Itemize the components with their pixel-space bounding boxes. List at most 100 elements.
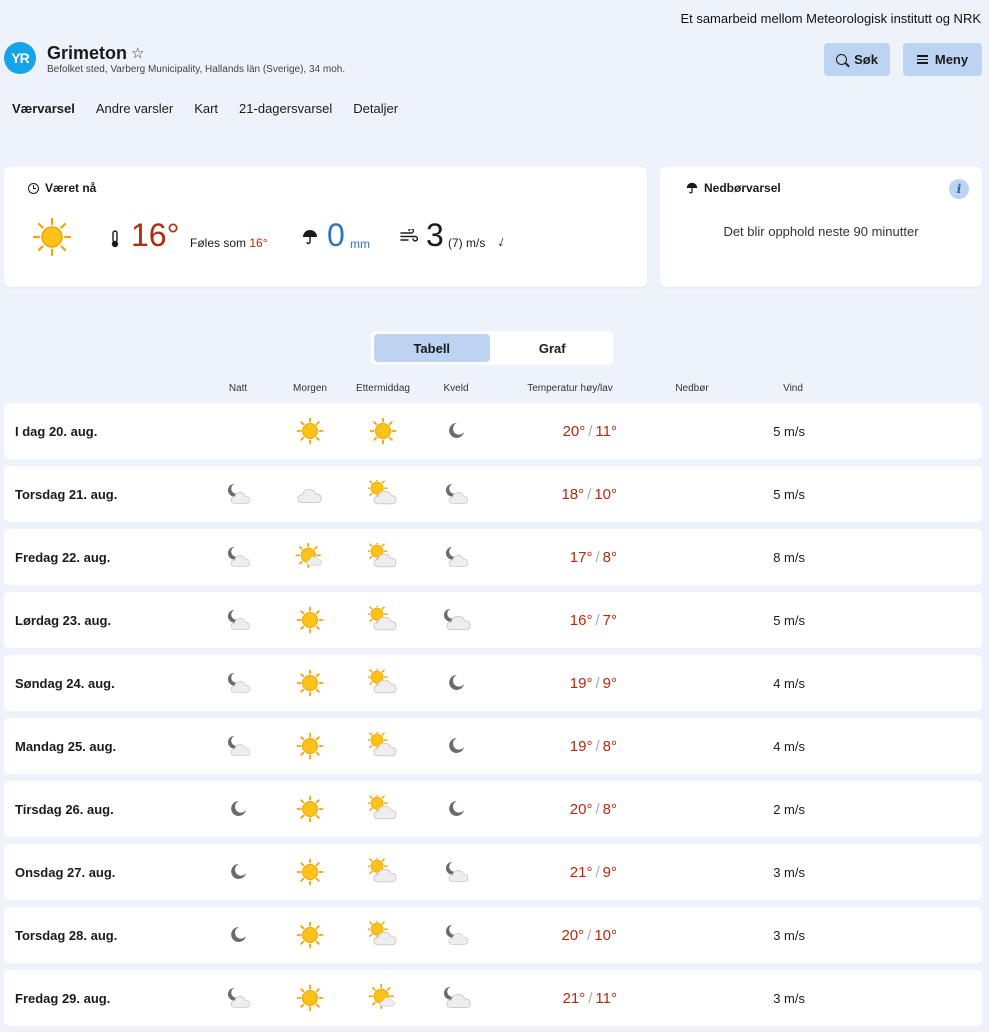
natt-moon-cloud-icon <box>227 609 251 630</box>
column-header-natt: Natt <box>228 383 248 394</box>
wind-value: 5 m/s <box>773 487 805 502</box>
forecast-day-row[interactable]: Søndag 24. aug. 19°/9° 4 m/s <box>4 655 982 711</box>
column-header-morgen: Morgen <box>293 383 327 394</box>
search-icon <box>836 54 848 65</box>
tab-varvarsel[interactable]: Værvarsel <box>12 101 75 116</box>
tab-detaljer[interactable]: Detaljer <box>353 101 398 116</box>
column-header-precipitation: Nedbør <box>675 383 709 394</box>
morgen-sun-icon <box>296 921 324 949</box>
day-label: Tirsdag 26. aug. <box>15 802 114 817</box>
tab-kart[interactable]: Kart <box>194 101 218 116</box>
wind-gust: (7) m/s <box>448 236 486 250</box>
thermometer-icon <box>111 230 119 248</box>
temperature-high-low: 18°/10° <box>561 486 617 503</box>
menu-button[interactable]: Meny <box>903 43 982 76</box>
umbrella-icon <box>686 182 698 194</box>
forecast-day-row[interactable]: Fredag 22. aug. 17°/8° 8 m/s <box>4 529 982 585</box>
kveld-moon-cloud-icon <box>445 924 469 945</box>
forecast-day-row[interactable]: Lørdag 23. aug. 16°/7° 5 m/s <box>4 592 982 648</box>
clock-icon <box>28 182 39 194</box>
yr-logo[interactable]: YR <box>4 42 36 74</box>
natt-moon-icon <box>231 800 246 816</box>
temperature-low: 11° <box>595 990 617 1007</box>
wind-value: 5 m/s <box>773 424 805 439</box>
morgen-cloud-icon <box>297 488 322 504</box>
favorite-star-icon[interactable]: ☆ <box>131 46 144 61</box>
wind-value: 8 m/s <box>773 550 805 565</box>
place-title: Grimeton ☆ <box>47 43 144 64</box>
wind-value: 3 m/s <box>773 991 805 1006</box>
main-nav: Værvarsel Andre varsler Kart 21-dagersva… <box>12 101 398 116</box>
precipitation-message: Det blir opphold neste 90 minutter <box>723 224 919 239</box>
forecast-day-row[interactable]: Torsdag 28. aug. 20°/10° 3 m/s <box>4 907 982 963</box>
ettermiddag-sun-cloud-icon <box>368 921 397 946</box>
forecast-day-row[interactable]: Tirsdag 26. aug. 20°/8° 2 m/s <box>4 781 982 837</box>
temperature-high-low: 21°/9° <box>569 864 617 881</box>
precipitation-unit: mm <box>350 237 370 251</box>
temperature-low: 10° <box>594 486 617 503</box>
forecast-day-row[interactable]: Torsdag 21. aug. 18°/10° 5 m/s <box>4 466 982 522</box>
morgen-sun-icon <box>296 669 324 697</box>
temperature-low: 8° <box>602 738 617 755</box>
column-header-kveld: Kveld <box>443 383 469 394</box>
menu-label: Meny <box>934 52 969 67</box>
temperature-high: 16° <box>569 612 593 629</box>
day-label: Søndag 24. aug. <box>15 676 115 691</box>
natt-moon-icon <box>231 926 246 942</box>
morgen-sun-cloud-icon <box>295 543 322 569</box>
temperature-high-low: 20°/11° <box>562 423 617 440</box>
kveld-moon-cloud-icon <box>443 608 471 631</box>
view-toggle: Tabell Graf <box>371 331 613 365</box>
forecast-day-row[interactable]: Mandag 25. aug. 19°/8° 4 m/s <box>4 718 982 774</box>
temperature-low: 9° <box>602 675 617 692</box>
wind-value: 2 m/s <box>773 802 805 817</box>
current-weather-title-text: Været nå <box>45 181 97 195</box>
tab-21-dagersvarsel[interactable]: 21-dagersvarsel <box>239 101 332 116</box>
forecast-day-row[interactable]: Fredag 29. aug. 21°/11° 3 m/s <box>4 970 982 1026</box>
precipitation-forecast-card: Nedbørvarsel i Det blir opphold neste 90… <box>660 167 982 287</box>
ettermiddag-sun-icon <box>369 417 397 445</box>
ettermiddag-sun-cloud-icon <box>368 606 397 631</box>
temperature-high: 20° <box>569 801 593 818</box>
forecast-day-row[interactable]: I dag 20. aug. 20°/11° 5 m/s <box>4 403 982 459</box>
current-weather-title: Været nå <box>28 181 96 195</box>
current-precipitation: 0 <box>327 217 345 253</box>
tab-andre-varsler[interactable]: Andre varsler <box>96 101 173 116</box>
morgen-sun-icon <box>296 606 324 634</box>
natt-moon-icon <box>231 863 246 879</box>
natt-moon-cloud-icon <box>227 987 251 1008</box>
temperature-high-low: 21°/11° <box>562 990 617 1007</box>
day-label: Mandag 25. aug. <box>15 739 117 754</box>
ettermiddag-sun-cloud-icon <box>368 543 397 568</box>
temperature-high: 18° <box>561 486 585 503</box>
search-label: Søk <box>854 52 878 67</box>
current-weather-card: Været nå 16° Føles som 16° 0 mm 3 (7) m/… <box>4 167 647 287</box>
place-name: Grimeton <box>47 43 128 63</box>
wind-value: 5 m/s <box>773 613 805 628</box>
feels-like-value: 16° <box>249 236 268 250</box>
temperature-high: 21° <box>569 864 593 881</box>
forecast-day-row[interactable]: Onsdag 27. aug. 21°/9° 3 m/s <box>4 844 982 900</box>
search-button[interactable]: Søk <box>824 43 890 76</box>
temperature-low: 8° <box>602 801 617 818</box>
temperature-high-low: 16°/7° <box>569 612 617 629</box>
kveld-moon-cloud-icon <box>443 986 471 1009</box>
table-view-button[interactable]: Tabell <box>374 334 490 362</box>
temperature-high: 19° <box>569 738 593 755</box>
partnership-text: Et samarbeid mellom Meteorologisk instit… <box>680 11 981 26</box>
kveld-moon-cloud-icon <box>445 483 469 504</box>
temperature-high: 21° <box>562 990 586 1007</box>
current-weather-row: 16° Føles som 16° 0 mm 3 (7) m/s ↓ <box>32 216 632 257</box>
temperature-high: 17° <box>569 549 593 566</box>
natt-moon-cloud-icon <box>227 483 251 504</box>
graph-view-button[interactable]: Graf <box>495 334 611 362</box>
wind-value: 3 m/s <box>773 865 805 880</box>
info-icon[interactable]: i <box>949 179 969 199</box>
umbrella-icon <box>303 230 317 245</box>
kveld-moon-icon <box>449 800 464 816</box>
feels-like-prefix: Føles som <box>190 236 247 250</box>
kveld-moon-cloud-icon <box>445 546 469 567</box>
temperature-low: 8° <box>602 549 617 566</box>
day-label: Fredag 22. aug. <box>15 550 111 565</box>
sun-icon <box>32 217 72 257</box>
